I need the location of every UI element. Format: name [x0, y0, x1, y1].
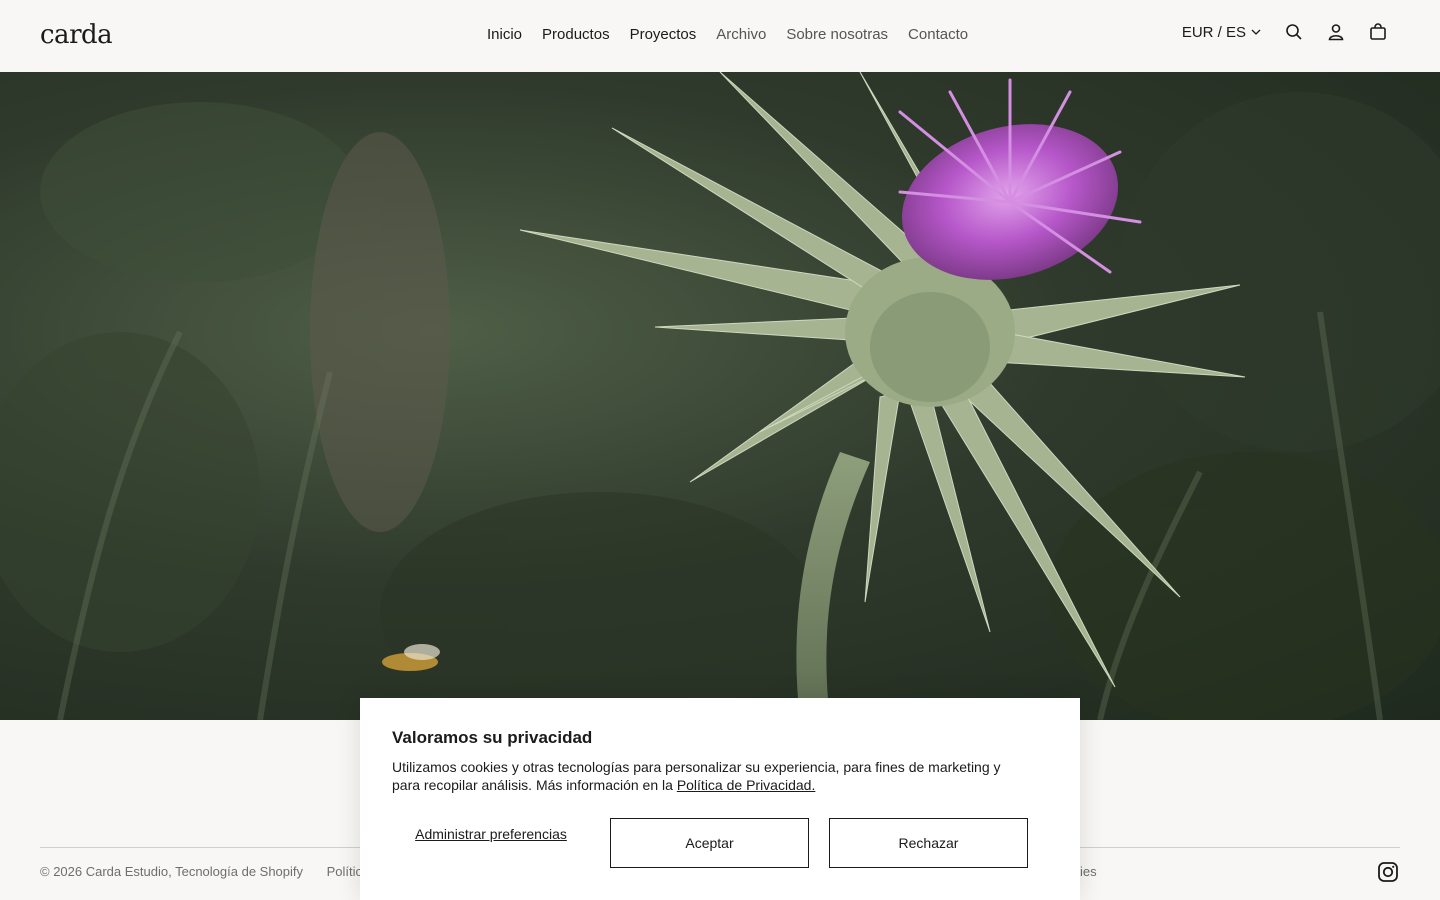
search-icon[interactable] — [1284, 22, 1304, 42]
locale-label: EUR / ES — [1181, 23, 1246, 41]
header-actions: EUR / ES — [1182, 22, 1388, 42]
accept-button[interactable]: Aceptar — [610, 818, 809, 868]
privacy-policy-link[interactable]: Política de Privacidad. — [677, 777, 816, 793]
cookie-body: Utilizamos cookies y otras tecnologías p… — [392, 758, 1032, 794]
manage-preferences-button[interactable]: Administrar preferencias — [392, 826, 590, 843]
nav-item-productos[interactable]: Productos — [542, 26, 610, 43]
nav-item-archivo[interactable]: Archivo — [716, 26, 766, 43]
footer-copyright: © 2026 Carda Estudio, Tecnología de Shop… — [40, 864, 304, 879]
nav-item-proyectos[interactable]: Proyectos — [630, 26, 697, 43]
locale-selector[interactable]: EUR / ES — [1182, 24, 1262, 41]
nav-item-inicio[interactable]: Inicio — [487, 26, 522, 43]
account-icon[interactable] — [1326, 22, 1346, 42]
nav-item-contacto[interactable]: Contacto — [908, 26, 968, 43]
cookie-title: Valoramos su privacidad — [392, 728, 593, 747]
chevron-down-icon — [1250, 26, 1262, 38]
footer-links: © 2026 Carda Estudio, Tecnología de Shop… — [40, 864, 415, 879]
cookie-consent-dialog: Valoramos su privacidad Utilizamos cooki… — [360, 698, 1080, 900]
site-header: carda Inicio Productos Proyectos Archivo… — [0, 0, 1440, 72]
hero-image — [0, 72, 1440, 720]
main-nav: Inicio Productos Proyectos Archivo Sobre… — [487, 26, 968, 43]
nav-item-sobre-nosotras[interactable]: Sobre nosotras — [786, 26, 888, 43]
cookie-actions: Administrar preferencias Aceptar Rechaza… — [392, 818, 1028, 868]
thistle-illustration — [0, 72, 1440, 720]
instagram-icon[interactable] — [1377, 861, 1399, 883]
footer-cookies-link[interactable]: ies — [1080, 864, 1097, 879]
logo[interactable]: carda — [40, 20, 113, 50]
reject-button[interactable]: Rechazar — [829, 818, 1028, 868]
cart-icon[interactable] — [1368, 22, 1388, 42]
